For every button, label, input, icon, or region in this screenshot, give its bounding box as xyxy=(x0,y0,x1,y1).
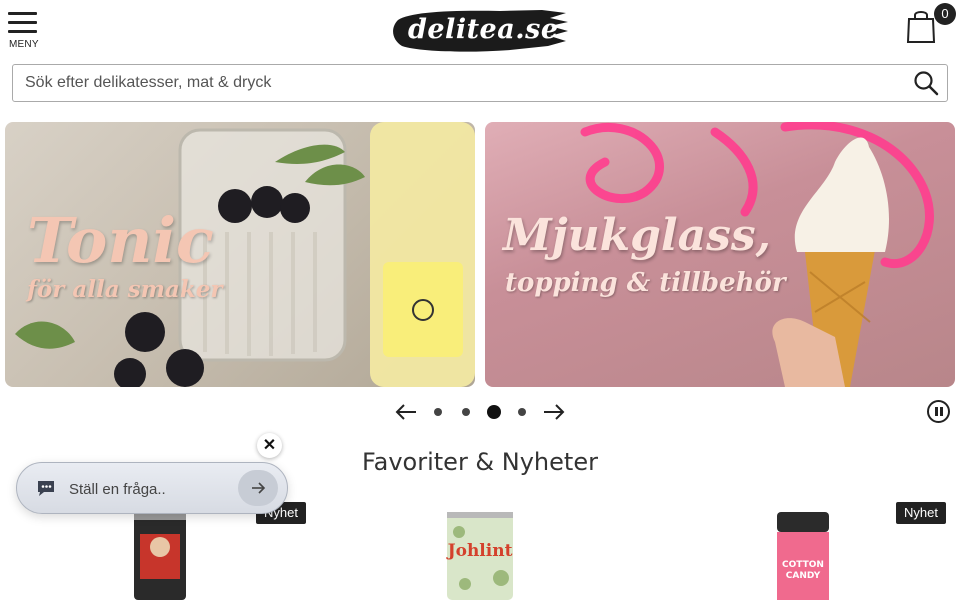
product-card[interactable] xyxy=(130,512,190,600)
svg-text:COTTON: COTTON xyxy=(782,560,824,570)
svg-text:CANDY: CANDY xyxy=(786,571,821,581)
chat-widget xyxy=(16,462,288,514)
menu-label: MENY xyxy=(9,39,39,50)
banner-mjukglass-subtitle: topping & tillbehör xyxy=(505,268,786,298)
carousel-dot-2[interactable] xyxy=(462,408,470,416)
menu-icon xyxy=(8,12,37,15)
search-icon xyxy=(914,71,939,96)
carousel-dot-3[interactable] xyxy=(487,405,501,419)
search-input[interactable] xyxy=(13,65,893,101)
product-badge: Nyhet xyxy=(896,502,946,524)
banner-tonic[interactable]: Tonic för alla smaker xyxy=(5,122,475,387)
product-image xyxy=(134,512,186,600)
banner-mjukglass-title: Mjukglass, xyxy=(503,210,771,261)
product-image: Johlint xyxy=(446,512,513,600)
product-card[interactable]: COTTON CANDY xyxy=(773,512,833,600)
carousel-dot-1[interactable] xyxy=(434,408,442,416)
product-card[interactable]: Johlint xyxy=(445,512,513,600)
menu-button[interactable]: MENY xyxy=(8,12,40,52)
shopping-bag-icon xyxy=(906,11,936,43)
carousel-controls xyxy=(394,400,574,424)
cart-count-badge: 0 xyxy=(934,3,956,25)
svg-text:Johlint: Johlint xyxy=(446,541,513,561)
menu-icon-bar xyxy=(8,21,37,24)
carousel-next-button[interactable] xyxy=(542,400,566,424)
chat-input[interactable] xyxy=(69,471,239,507)
banner-tonic-title: Tonic xyxy=(27,204,214,277)
search-bar xyxy=(12,64,948,102)
arrow-left-icon xyxy=(395,404,416,420)
product-image: COTTON CANDY xyxy=(777,512,829,600)
carousel-dot-4[interactable] xyxy=(518,408,526,416)
chat-icon xyxy=(36,479,58,499)
pause-icon-bar xyxy=(940,407,943,416)
chat-send-button[interactable] xyxy=(238,470,278,506)
chat-close-button[interactable]: ✕ xyxy=(257,433,282,458)
carousel-prev-button[interactable] xyxy=(394,400,418,424)
arrow-right-icon xyxy=(252,482,266,494)
site-header: MENY delitea.se 0 xyxy=(0,0,960,60)
pause-icon xyxy=(935,407,938,416)
site-logo[interactable]: delitea.se xyxy=(390,6,570,56)
banner-tonic-subtitle: för alla smaker xyxy=(27,276,223,303)
banner-mjukglass[interactable]: Mjukglass, topping & tillbehör xyxy=(485,122,955,387)
carousel-pause-button[interactable] xyxy=(927,400,950,423)
menu-icon-bar xyxy=(8,30,37,33)
close-icon: ✕ xyxy=(262,437,277,454)
logo-text: delitea.se xyxy=(408,14,559,45)
search-button[interactable] xyxy=(913,70,939,96)
arrow-right-icon xyxy=(544,404,565,420)
